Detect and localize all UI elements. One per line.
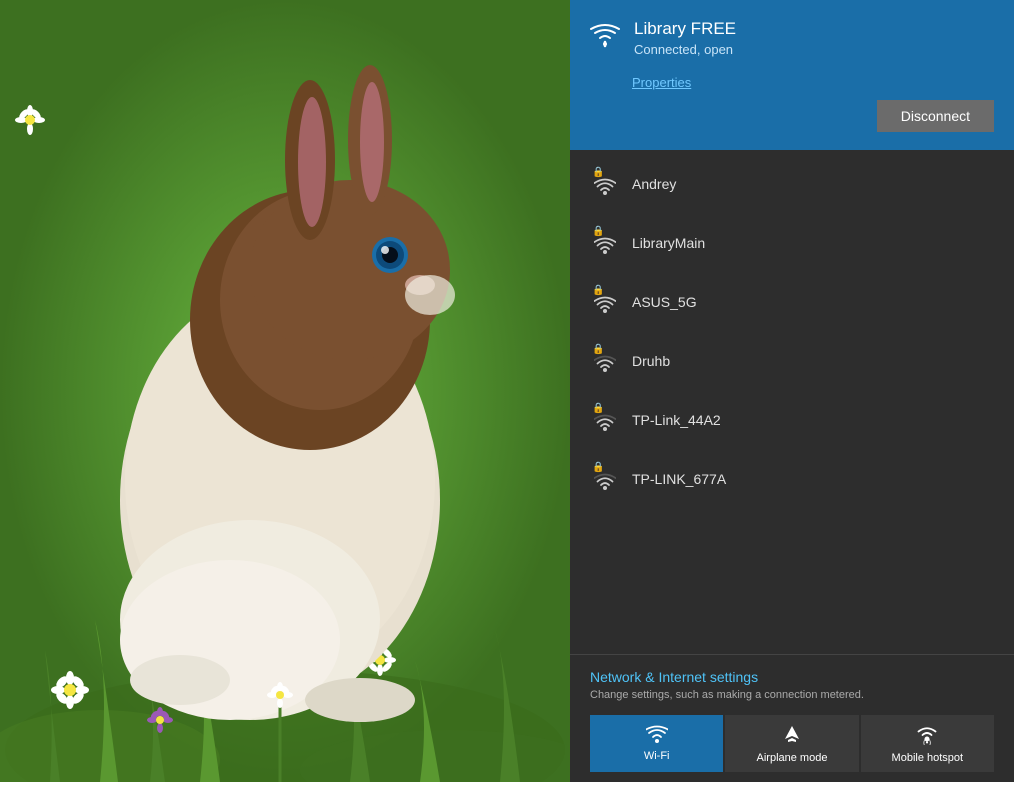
wifi-signal-icon: [594, 472, 616, 495]
wifi-toggle-button[interactable]: Wi-Fi: [590, 715, 723, 772]
network-list: 🔒 Andrey 🔒: [570, 150, 1014, 654]
connected-network-section: Library FREE Connected, open Properties …: [570, 0, 1014, 150]
network-name-label: LibraryMain: [632, 235, 705, 251]
connected-network-status: Connected, open: [634, 42, 994, 57]
svg-text:(•): (•): [923, 738, 931, 745]
lock-icon: 🔒: [592, 285, 604, 296]
connected-network-header: Library FREE Connected, open: [590, 18, 994, 57]
background-nature: [0, 0, 570, 782]
network-item-icons: 🔒: [590, 462, 620, 495]
network-item[interactable]: 🔒 Andrey: [570, 154, 1014, 213]
network-item[interactable]: 🔒 LibraryMain: [570, 213, 1014, 272]
settings-description: Change settings, such as making a connec…: [590, 689, 994, 701]
lock-icon: 🔒: [592, 226, 604, 237]
disconnect-button[interactable]: Disconnect: [877, 100, 994, 132]
network-item-icons: 🔒: [590, 226, 620, 259]
wifi-signal-icon: [594, 177, 616, 200]
wifi-button-label: Wi-Fi: [644, 750, 670, 762]
bottom-section: Network & Internet settings Change setti…: [570, 654, 1014, 782]
network-item-icons: 🔒: [590, 344, 620, 377]
wifi-signal-icon: [594, 354, 616, 377]
network-name-label: Andrey: [632, 176, 676, 192]
wifi-signal-icon: [594, 295, 616, 318]
network-item[interactable]: 🔒 TP-LINK_677A: [570, 449, 1014, 508]
connected-wifi-icon: [590, 22, 620, 53]
wifi-signal-icon: [594, 236, 616, 259]
airplane-button-label: Airplane mode: [757, 752, 828, 764]
network-item-icons: 🔒: [590, 403, 620, 436]
network-name-label: Druhb: [632, 353, 670, 369]
lock-icon: 🔒: [592, 167, 604, 178]
mobile-hotspot-button[interactable]: (•) Mobile hotspot: [861, 715, 994, 772]
network-item[interactable]: 🔒 ASUS_5G: [570, 272, 1014, 331]
nature-illustration: [0, 0, 570, 782]
network-item[interactable]: 🔒 TP-Link_44A2: [570, 390, 1014, 449]
wifi-signal-icon: [594, 413, 616, 436]
hotspot-icon: (•): [916, 725, 938, 748]
hotspot-button-label: Mobile hotspot: [892, 752, 964, 764]
network-item-icons: 🔒: [590, 167, 620, 200]
network-name-label: TP-LINK_677A: [632, 471, 726, 487]
network-item[interactable]: 🔒 Druhb: [570, 331, 1014, 390]
network-name-label: ASUS_5G: [632, 294, 697, 310]
network-internet-settings-link[interactable]: Network & Internet settings: [590, 669, 994, 685]
network-item-icons: 🔒: [590, 285, 620, 318]
airplane-mode-button[interactable]: Airplane mode: [725, 715, 858, 772]
airplane-icon: [781, 725, 803, 748]
bottom-buttons-row: Wi-Fi Airplane mode: [590, 715, 994, 772]
lock-icon: 🔒: [592, 403, 604, 414]
connected-network-name: Library FREE: [634, 18, 994, 40]
lock-icon: 🔒: [592, 344, 604, 355]
connected-network-info: Library FREE Connected, open: [634, 18, 994, 57]
disconnect-row: Disconnect: [590, 100, 994, 132]
properties-link[interactable]: Properties: [632, 75, 994, 90]
lock-icon: 🔒: [592, 462, 604, 473]
network-name-label: TP-Link_44A2: [632, 412, 721, 428]
wifi-button-icon: [646, 725, 668, 746]
wifi-panel: Library FREE Connected, open Properties …: [570, 0, 1014, 782]
